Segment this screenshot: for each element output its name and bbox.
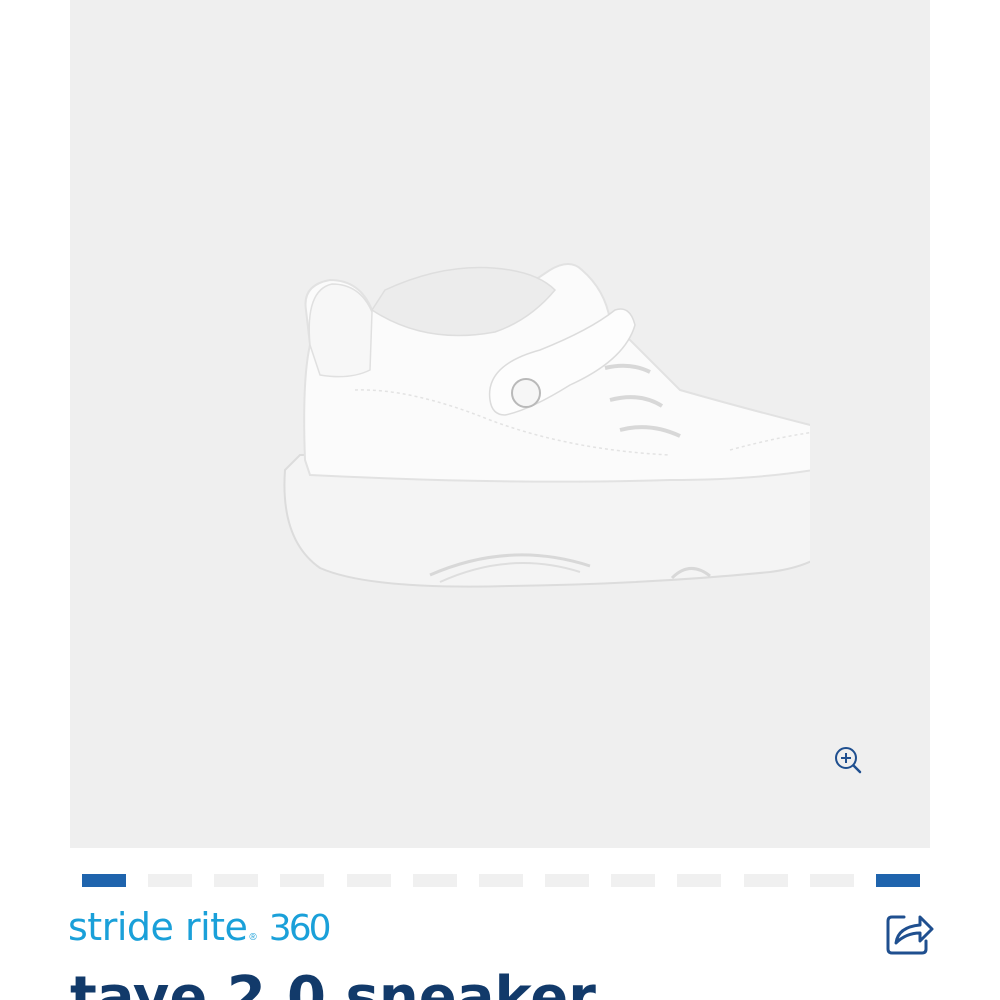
carousel-dots [82,874,920,888]
carousel-dot[interactable] [412,874,457,887]
carousel-dot[interactable] [611,874,656,887]
carousel-dot[interactable] [677,874,722,887]
product-detail-page: stride rite ® 360 taye 2.0 sneaker [0,0,1000,1000]
zoom-button[interactable] [830,742,868,780]
shoe-image [283,263,810,588]
carousel-dot[interactable] [280,874,325,887]
carousel-dot[interactable] [214,874,259,887]
carousel-dot[interactable] [478,874,523,887]
carousel-dot[interactable] [346,874,391,887]
carousel-dot[interactable] [809,874,854,887]
brand-line: 360 [268,908,332,949]
share-button[interactable] [882,905,936,959]
carousel-dot[interactable] [743,874,788,887]
zoom-in-icon [835,747,862,774]
brand-registered-mark: ® [249,932,257,943]
product-title: taye 2.0 sneaker [70,965,596,1000]
carousel-dot[interactable] [875,874,920,887]
carousel-dot[interactable] [82,874,126,887]
share-icon [886,915,934,955]
carousel-dot[interactable] [148,874,193,887]
product-image[interactable] [70,0,930,848]
brand-name: stride rite [68,905,248,949]
brand-logo[interactable]: stride rite ® 360 [68,905,332,955]
carousel-dot[interactable] [545,874,590,887]
